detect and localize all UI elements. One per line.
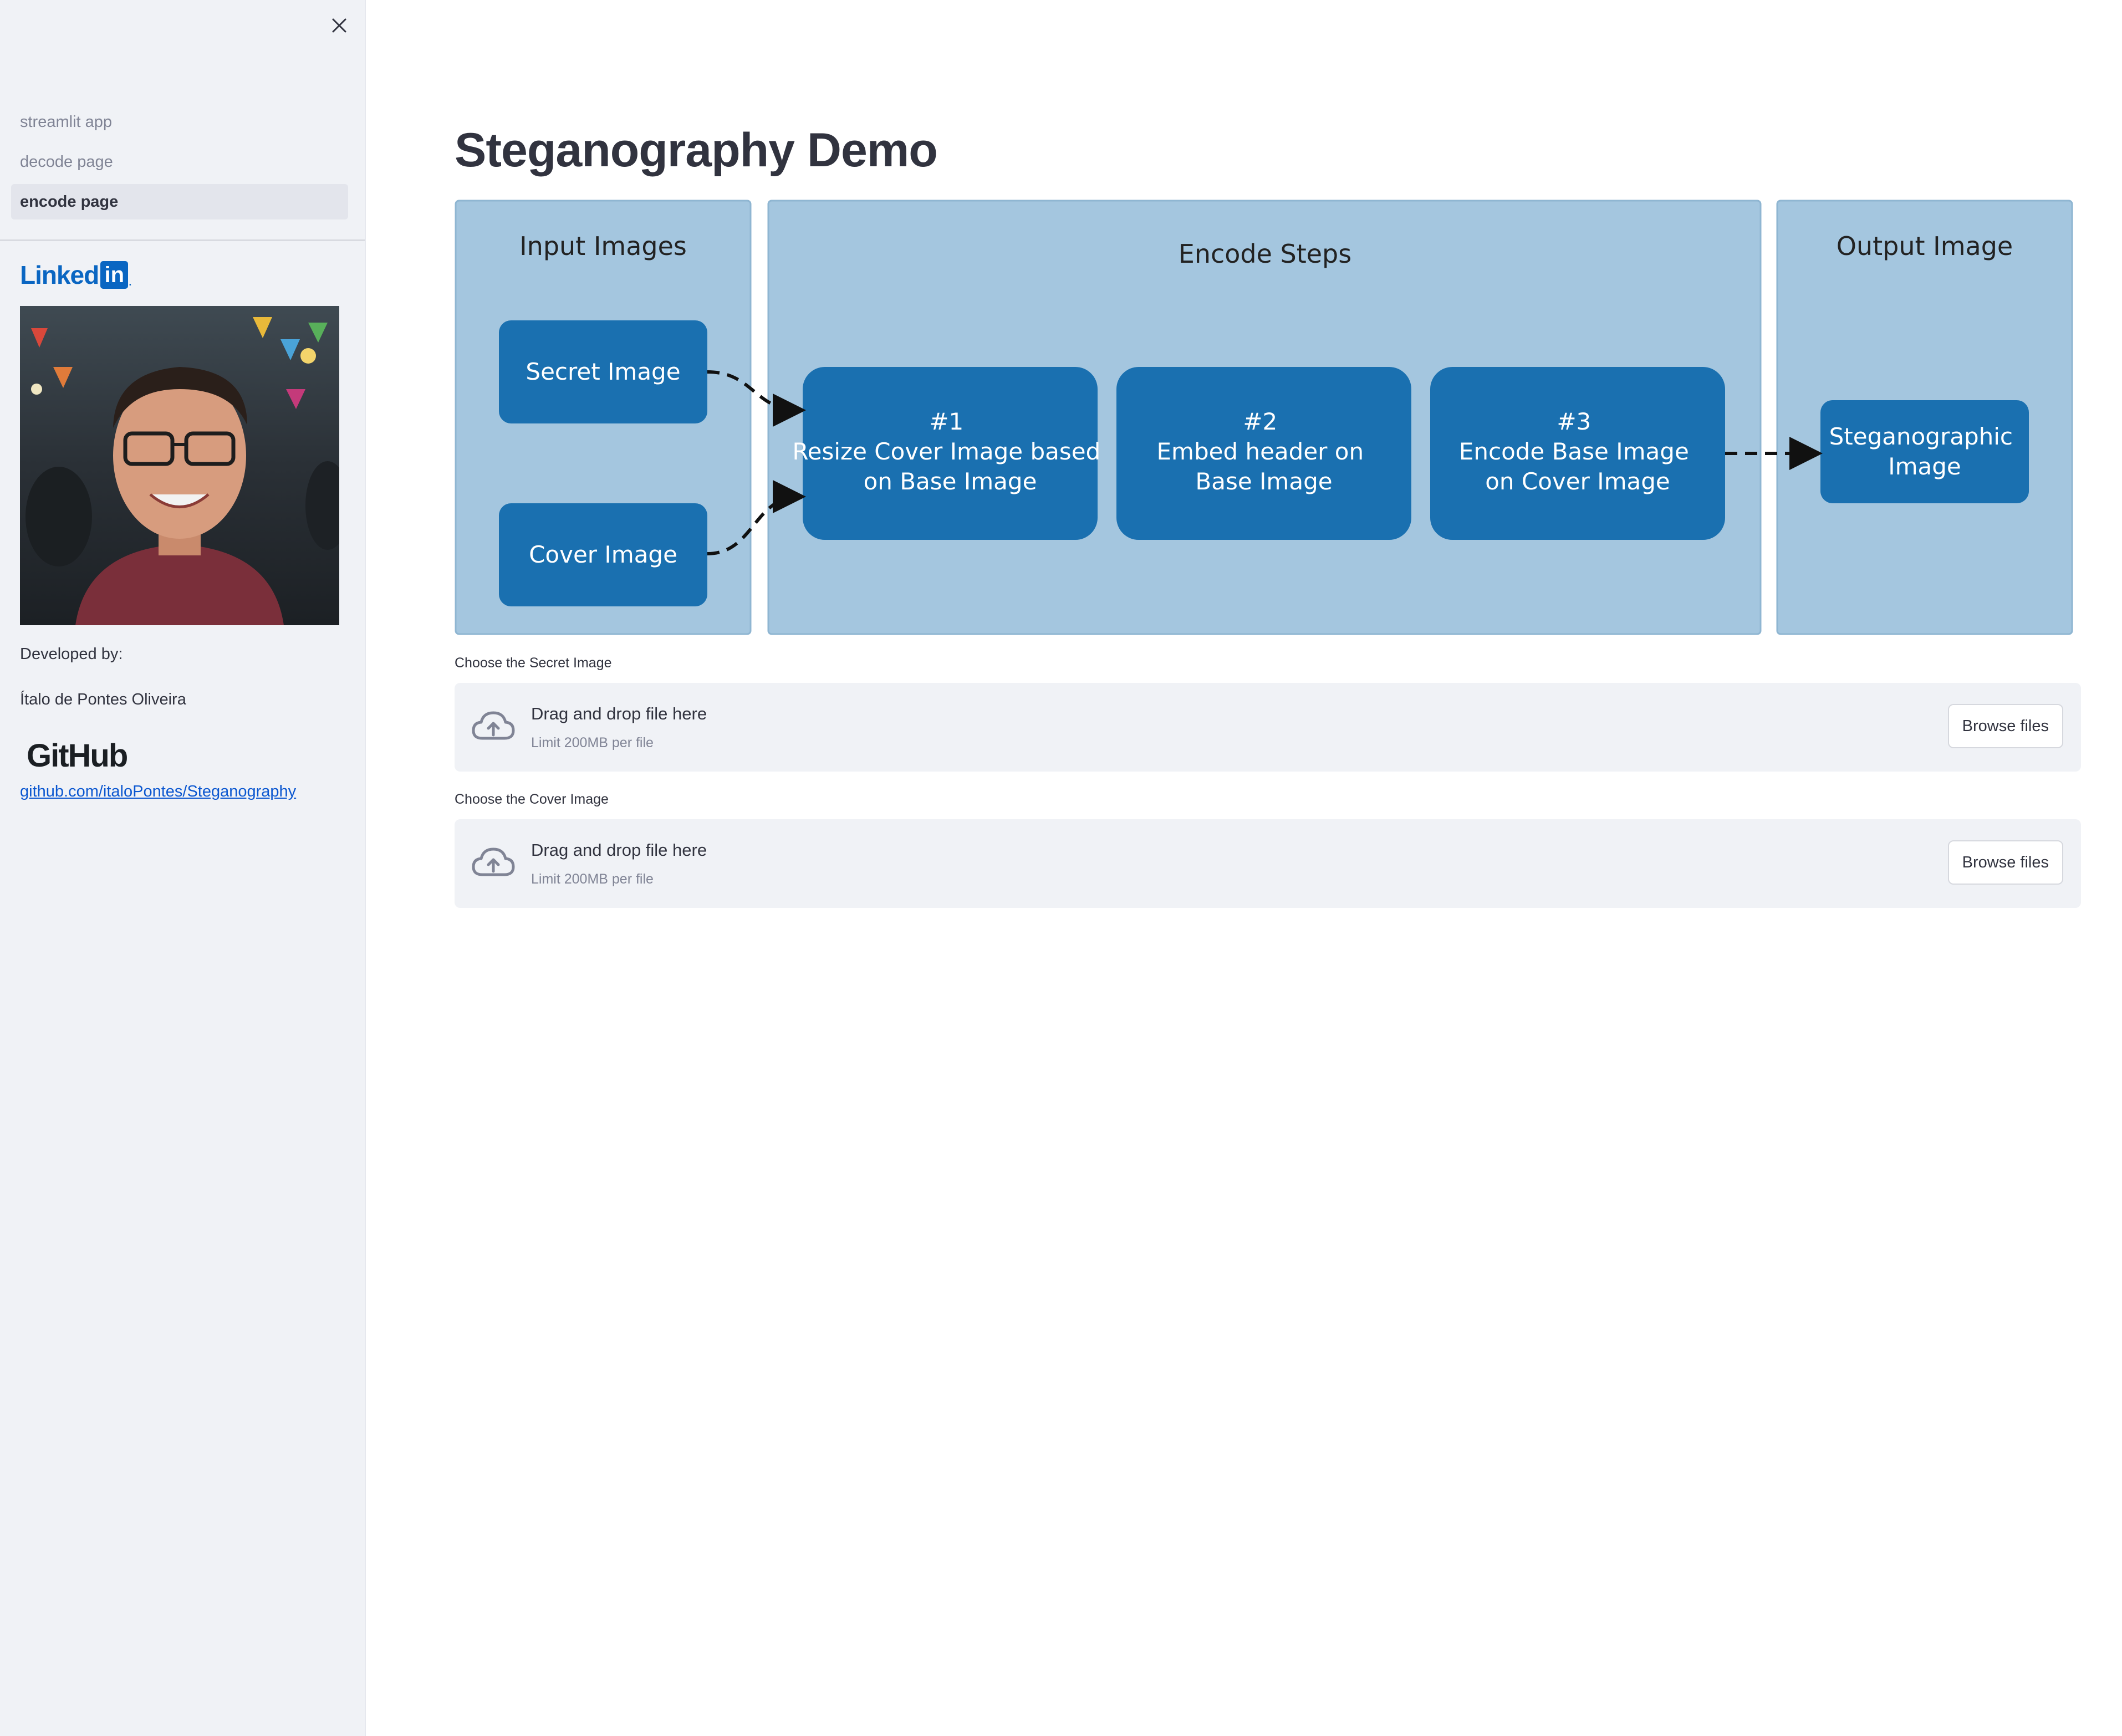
linkedin-dot: . [128,272,132,289]
secret-image-label: Secret Image [526,358,680,385]
developer-name: Ítalo de Pontes Oliveira [20,691,186,708]
step2-num: #2 [1243,408,1277,435]
developed-by-label: Developed by: [20,645,123,663]
step1-num: #1 [929,408,963,435]
nav-divider [0,239,365,241]
output-panel-title: Output Image [1837,231,2013,261]
sidebar: streamlit app decode page encode page Li… [0,0,366,1736]
linkedin-box: in [100,261,129,289]
close-icon [332,18,346,33]
step2-line2: Base Image [1195,468,1332,495]
browse-files-button-cover[interactable]: Browse files [1947,840,2063,885]
github-repo-link[interactable]: github.com/italoPontes/Steganography [20,783,296,801]
step2-line1: Embed header on [1157,438,1364,465]
secret-image-uploader-label: Choose the Secret Image [455,655,612,671]
linkedin-word: Linked [20,261,99,289]
secret-image-dropzone[interactable]: Drag and drop file here Limit 200MB per … [455,683,2081,772]
step3-line1: Encode Base Image [1459,438,1689,465]
nav-item-encode-page[interactable]: encode page [11,184,348,219]
linkedin-logo[interactable]: Linked in . [20,261,132,289]
nav-item-streamlit-app[interactable]: streamlit app [11,104,348,140]
output-box [1820,400,2029,503]
output-line2: Image [1888,453,1961,480]
encode-panel-title: Encode Steps [1179,239,1351,269]
dropzone-title: Drag and drop file here [531,840,707,860]
input-panel-title: Input Images [519,231,687,261]
profile-photo [20,306,339,625]
close-sidebar-button[interactable] [326,12,353,39]
encode-diagram: Input Images Encode Steps Output Image S… [455,200,2073,635]
step3-line2: on Cover Image [1485,468,1670,495]
output-line1: Steganographic [1829,423,2013,450]
dropzone-limit: Limit 200MB per file [531,735,654,750]
upload-cloud-icon [472,847,515,876]
cover-image-dropzone[interactable]: Drag and drop file here Limit 200MB per … [455,819,2081,908]
sidebar-nav: streamlit app decode page encode page [11,104,348,224]
nav-item-decode-page[interactable]: decode page [11,144,348,180]
dropzone-title: Drag and drop file here [531,704,707,723]
step1-line2: on Base Image [864,468,1037,495]
cover-image-label: Cover Image [529,541,677,568]
browse-files-button-secret[interactable]: Browse files [1947,704,2063,748]
step3-num: #3 [1557,408,1591,435]
github-logo[interactable]: GitHub [27,737,128,774]
step1-line1: Resize Cover Image based [792,438,1100,465]
dropzone-limit: Limit 200MB per file [531,871,654,887]
cover-image-uploader-label: Choose the Cover Image [455,792,609,807]
page-title: Steganography Demo [455,124,938,177]
upload-cloud-icon [472,711,515,740]
